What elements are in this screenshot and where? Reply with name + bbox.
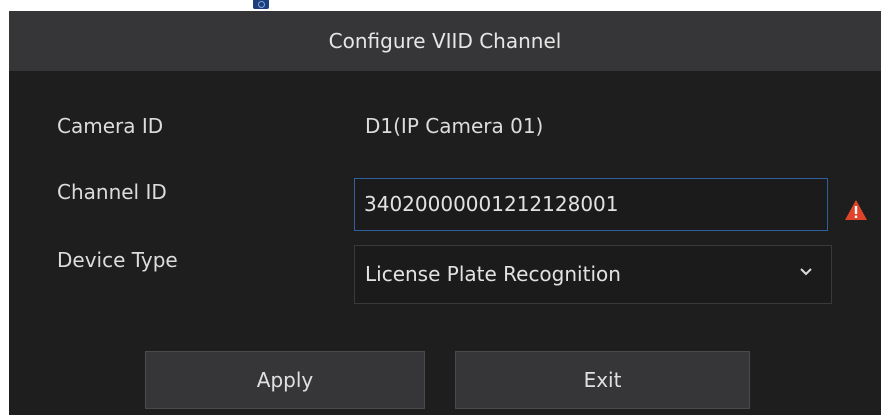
device-type-label: Device Type — [57, 248, 178, 272]
chevron-down-icon — [800, 268, 812, 276]
configure-viid-dialog: Configure VIID Channel Camera ID D1(IP C… — [9, 11, 881, 415]
warning-icon — [845, 200, 867, 220]
top-strip — [0, 0, 883, 11]
device-type-value: License Plate Recognition — [365, 262, 621, 286]
apply-button[interactable]: Apply — [145, 351, 425, 409]
app-icon — [253, 0, 269, 9]
exit-button[interactable]: Exit — [455, 351, 750, 409]
device-type-select[interactable]: License Plate Recognition — [354, 245, 832, 304]
camera-id-label: Camera ID — [57, 114, 164, 138]
dialog-title: Configure VIID Channel — [328, 29, 562, 53]
dialog-titlebar: Configure VIID Channel — [9, 11, 881, 71]
channel-id-input[interactable]: 34020000001212128001 — [354, 178, 828, 231]
channel-id-label: Channel ID — [57, 180, 167, 204]
camera-id-value: D1(IP Camera 01) — [365, 114, 544, 138]
